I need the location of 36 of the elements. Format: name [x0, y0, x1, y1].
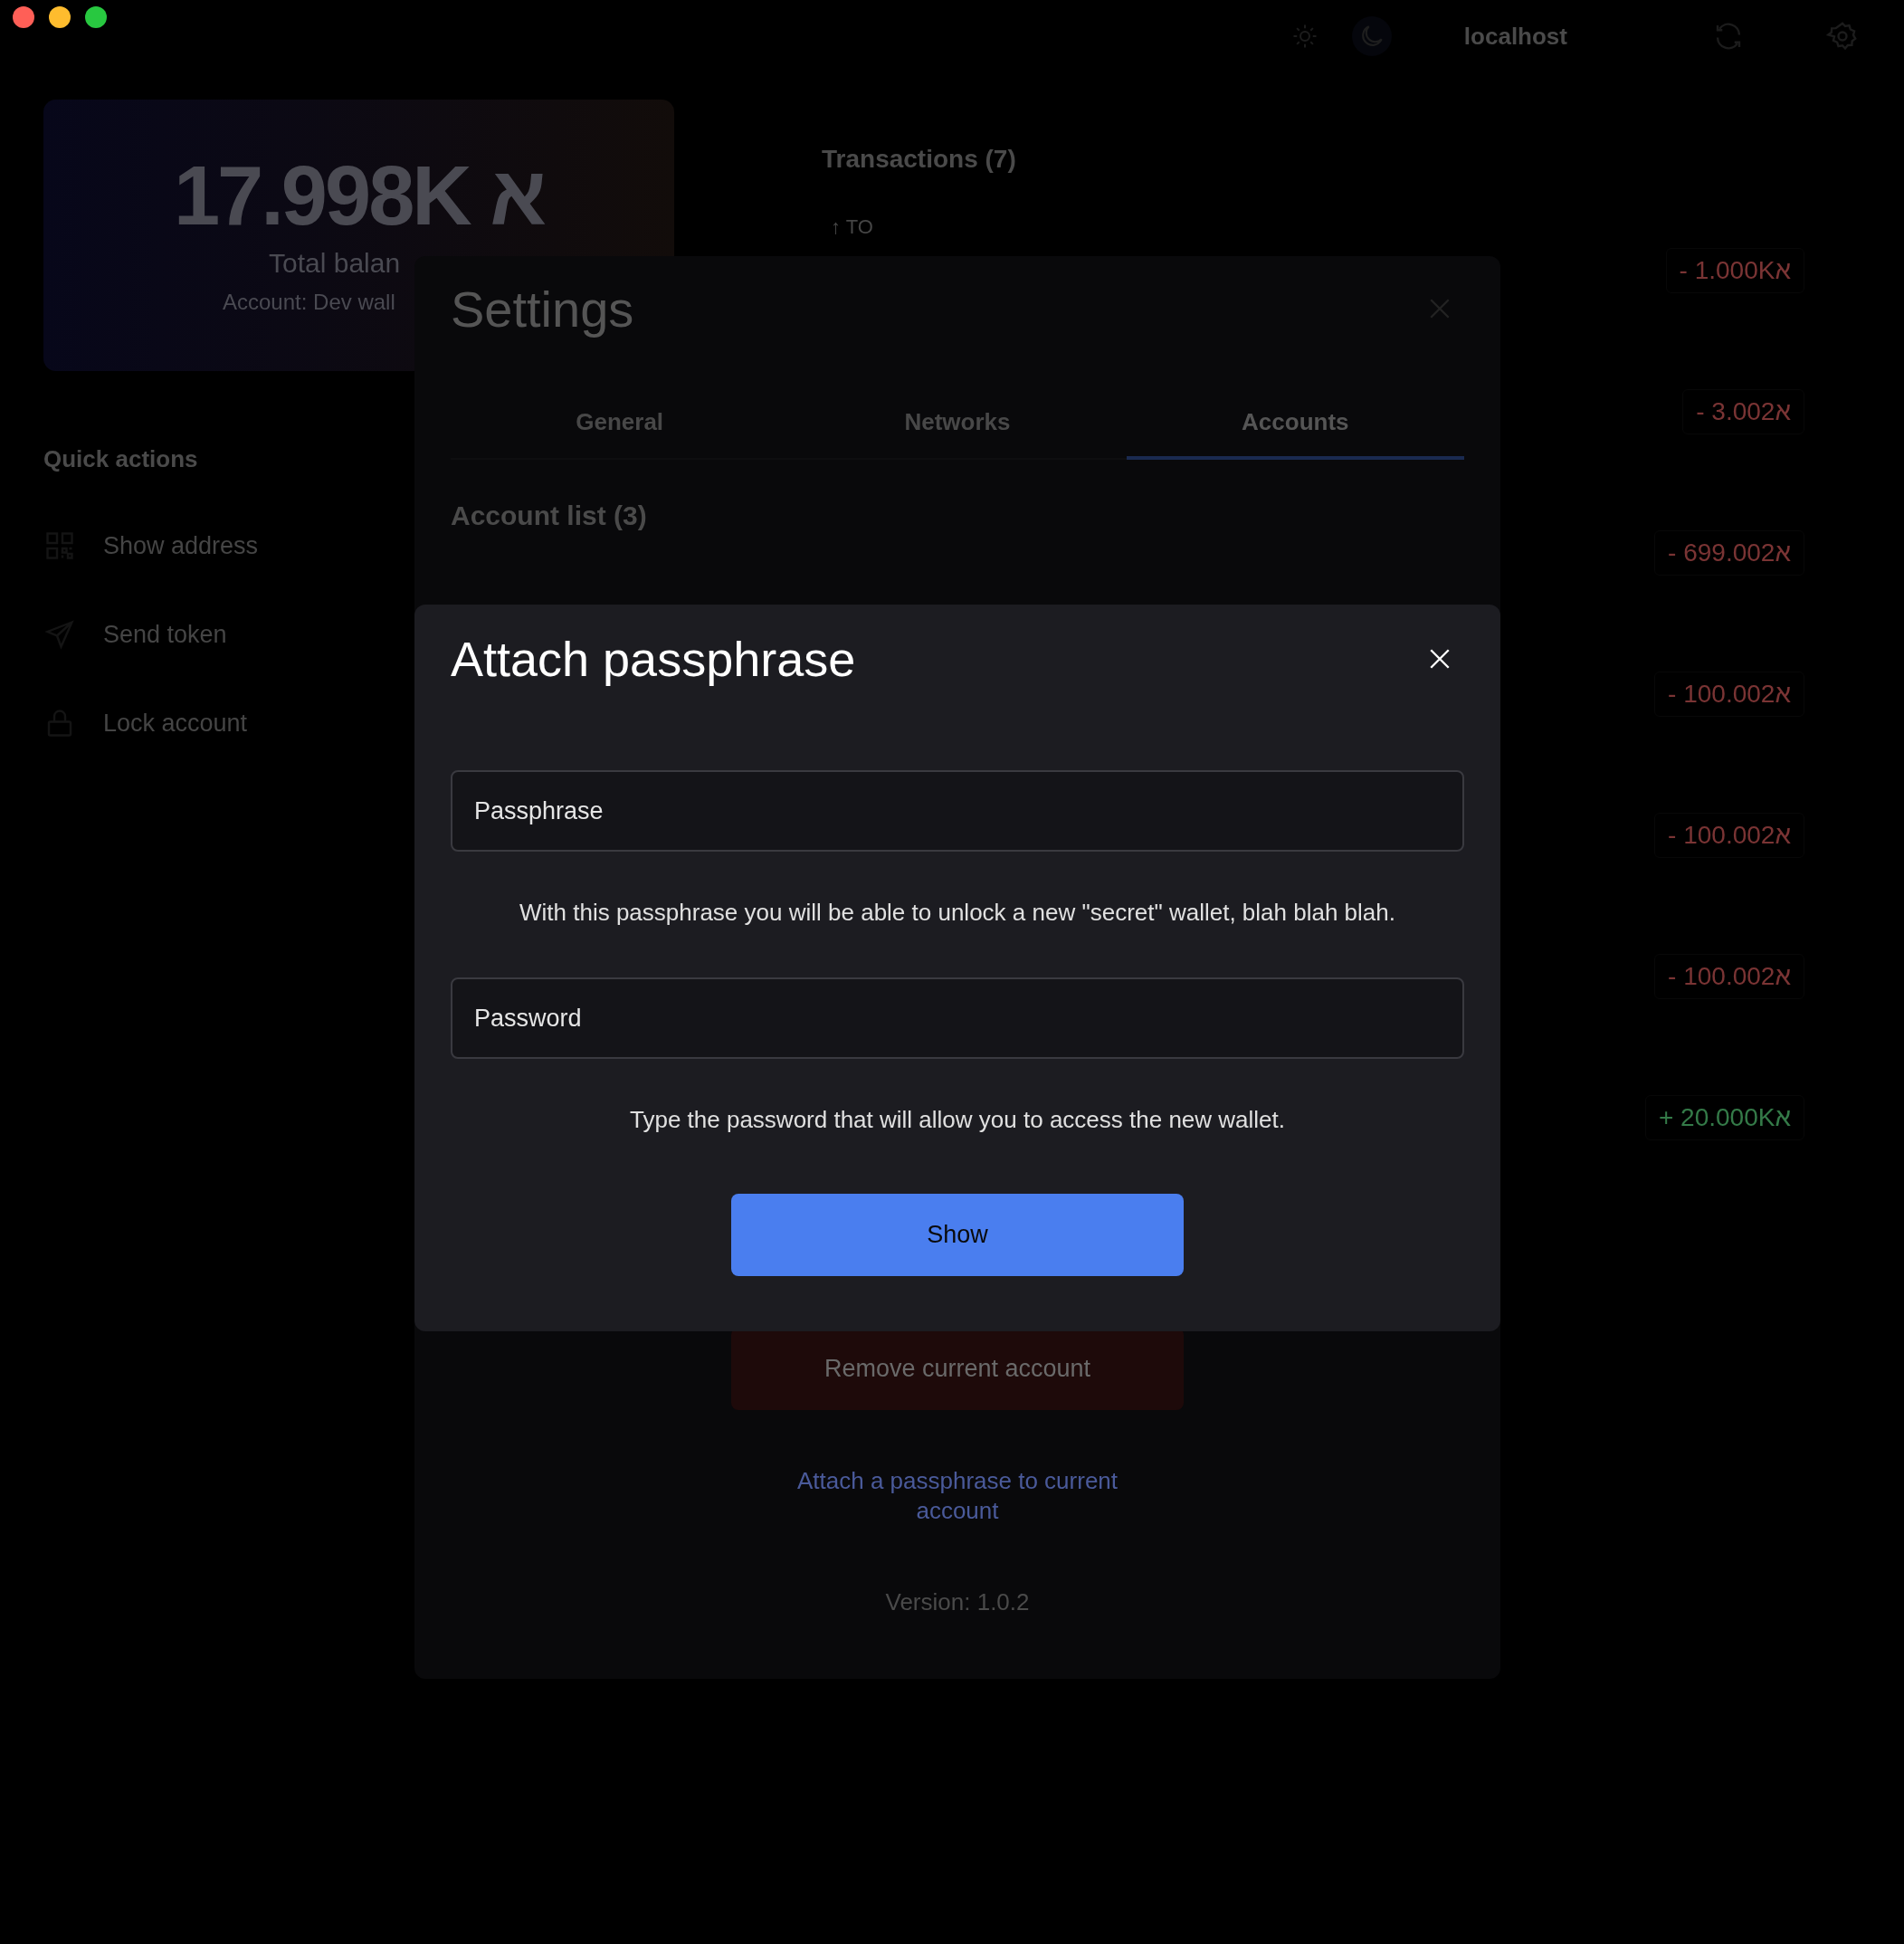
version-text: Version: 1.0.2: [885, 1588, 1030, 1616]
input-field[interactable]: Passphrase: [451, 770, 1464, 852]
input-field[interactable]: Password: [451, 977, 1464, 1059]
settings-icon[interactable]: [1826, 20, 1859, 52]
section-title: Quick actions: [43, 445, 199, 473]
amount-badge: - 1.000Kא: [1665, 248, 1804, 293]
amount-badge: - 699.002א: [1654, 530, 1804, 576]
network-name[interactable]: localhost: [1463, 22, 1567, 51]
help-text: Type the password that will allow you to access the new wallet.: [630, 1106, 1285, 1134]
quick-action-link[interactable]: Send token: [103, 620, 227, 649]
attach-passphrase-link[interactable]: Attach a passphrase to current account: [767, 1466, 1147, 1525]
close-icon[interactable]: [1428, 647, 1452, 671]
moon-icon[interactable]: [1351, 16, 1392, 56]
quick-action-link[interactable]: Show address: [103, 531, 259, 560]
balance-label: Total balan: [269, 248, 401, 279]
account-name: Account: Dev wall: [223, 290, 395, 315]
window-control[interactable]: [85, 6, 107, 28]
section-title: Account list (3): [451, 500, 647, 531]
amount-badge: - 100.002א: [1654, 672, 1804, 717]
amount-badge: - 100.002א: [1654, 813, 1804, 858]
tab[interactable]: Networks: [788, 388, 1127, 460]
show-button[interactable]: Show: [731, 1194, 1184, 1276]
window-control[interactable]: [49, 6, 71, 28]
transactions-title: Transactions (7): [822, 145, 1017, 174]
tab[interactable]: General: [451, 388, 789, 460]
tab[interactable]: Accounts: [1126, 388, 1464, 460]
quick-action-link[interactable]: Lock account: [103, 709, 248, 738]
amount-badge: - 100.002א: [1654, 954, 1804, 999]
dialog-title: Attach passphrase: [451, 631, 856, 687]
window-control[interactable]: [13, 6, 34, 28]
transaction-direction: ↑ TO: [831, 215, 874, 239]
dialog-title: Settings: [451, 279, 634, 338]
amount-badge: + 20.000Kא: [1644, 1095, 1804, 1140]
total-balance: 17.998K א: [172, 154, 546, 237]
help-text: With this passphrase you will be able to unlock a new "secret" wallet, blah blah blah.: [519, 899, 1395, 927]
amount-badge: - 3.002א: [1682, 389, 1804, 434]
